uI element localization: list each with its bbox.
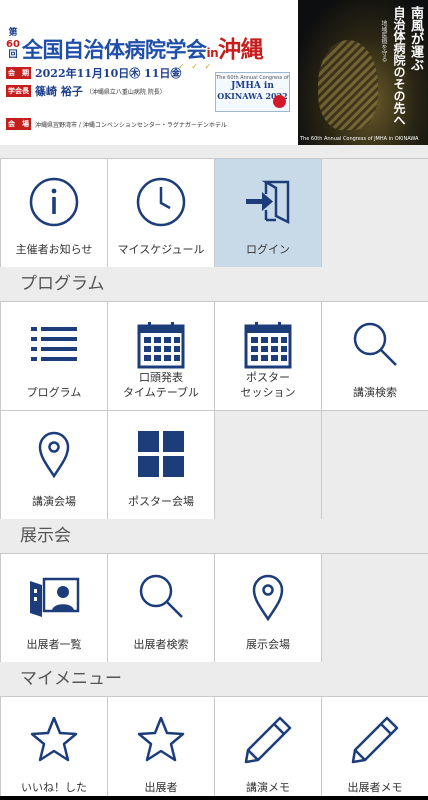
clock-icon (136, 177, 186, 227)
venue-row: 会 場 沖縄県宜野湾市 / 沖縄コンベンションセンター・ラグナガーデンホテル (6, 118, 227, 130)
slogan-line2: 自治体病院のその先へ (392, 6, 406, 126)
grid-icon (138, 431, 184, 477)
banner-title-area: 第 60 回 全国自治体病院学会in沖縄 会 期 2022年11月10日㊍ 11… (0, 0, 298, 145)
program-section-title: プログラム (0, 267, 428, 301)
empty-tile (322, 554, 428, 662)
top-menu-grid: 主催者お知らせ マイスケジュール ログイン (0, 158, 428, 267)
conference-banner[interactable]: 第 60 回 全国自治体病院学会in沖縄 会 期 2022年11月10日㊍ 11… (0, 0, 428, 145)
lecture-search-label: 講演検索 (353, 386, 397, 399)
exhibitor-search-tile[interactable]: 出展者検索 (108, 554, 214, 662)
president-name: 篠崎 裕子 (35, 85, 83, 98)
program-tile[interactable]: プログラム (1, 302, 107, 410)
conference-title-text: 全国自治体病院学会 (22, 38, 207, 62)
mymenu-section-title: マイメニュー (0, 662, 428, 696)
calendar-icon (137, 322, 185, 369)
exhibition-grid: 出展者一覧 出展者検索 展示会場 (0, 553, 428, 662)
my-schedule-tile[interactable]: マイスケジュール (108, 159, 214, 267)
conference-date: 2022年11月10日㊍ 11日㊎ (35, 67, 182, 80)
exhibitor-memo-label: 出展者メモ (347, 781, 403, 794)
slogan-line3: 地域医療を守る (380, 20, 387, 62)
exhibitor-search-label: 出展者検索 (133, 638, 189, 651)
lecture-venue-tile[interactable]: 講演会場 (1, 411, 107, 519)
my-schedule-label: マイスケジュール (117, 243, 205, 256)
oral-timetable-tile[interactable]: 口頭発表 タイムテーブル (108, 302, 214, 410)
liked-exhibitors-tile[interactable]: 出展者 (108, 697, 214, 800)
map-pin-icon (38, 431, 70, 479)
exhibition-section-title: 展示会 (0, 519, 428, 553)
president-row: 学会長 篠崎 裕子 （沖縄県立八重山病院 院長） (6, 84, 166, 98)
liked-lectures-tile[interactable]: いいね！した (1, 697, 107, 800)
login-icon (246, 180, 290, 225)
title-in: in (206, 46, 219, 60)
list-icon (31, 327, 77, 361)
notice-label: 主催者お知らせ (15, 243, 93, 256)
poster-session-label: ポスター セッション (240, 371, 296, 399)
empty-tile (322, 159, 428, 267)
bottom-bar (0, 796, 428, 800)
mymenu-grid: いいね！した 出展者 講演メモ 出展者メモ (0, 696, 428, 800)
empty-tile (215, 411, 321, 519)
exhibition-venue-tile[interactable]: 展示会場 (215, 554, 321, 662)
edition-num: 60 (6, 39, 20, 50)
banner-caption: The 60th Annual Congress of JMHA in OKIN… (300, 136, 419, 142)
poster-session-tile[interactable]: ポスター セッション (215, 302, 321, 410)
birds-decoration: ✓ ✓ ✓ (178, 62, 214, 71)
liked-lectures-label: いいね！した (21, 781, 87, 794)
poster-venue-tile[interactable]: ポスター会場 (108, 411, 214, 519)
venue-tag: 会 場 (6, 118, 31, 130)
menu-content: 主催者お知らせ マイスケジュール ログイン プログラム プログラム 口頭発表 タ… (0, 158, 428, 800)
exhibition-venue-label: 展示会場 (246, 638, 290, 651)
edition-prefix: 第 (8, 28, 18, 38)
president-note: （沖縄県立八重山病院 院長） (85, 88, 166, 96)
search-icon (353, 322, 397, 366)
lecture-memo-label: 講演メモ (246, 781, 290, 794)
program-label: プログラム (26, 386, 82, 399)
star-icon (137, 716, 185, 762)
conference-title: 全国自治体病院学会in沖縄 (22, 30, 264, 64)
oral-timetable-label: 口頭発表 タイムテーブル (122, 371, 200, 399)
lecture-venue-label: 講演会場 (32, 495, 76, 508)
jmha-line2: JMHA in (231, 81, 274, 91)
pencil-icon (244, 716, 292, 764)
login-label: ログイン (246, 243, 290, 256)
empty-tile (322, 411, 428, 519)
program-grid: プログラム 口頭発表 タイムテーブル ポスター セッション 講演検索 講演会場 … (0, 301, 428, 519)
map-pin-icon (252, 574, 284, 622)
title-place: 沖縄 (218, 37, 264, 63)
pencil-icon (351, 716, 399, 764)
exhibitor-memo-tile[interactable]: 出展者メモ (322, 697, 428, 800)
info-icon (29, 177, 79, 227)
exhibitor-list-label: 出展者一覧 (26, 638, 82, 651)
hibiscus-icon (273, 95, 286, 108)
star-icon (30, 716, 78, 762)
exhibitor-icon (30, 577, 80, 617)
liked-exhibitors-label: 出展者 (144, 781, 178, 794)
edition-suffix: 回 (8, 50, 18, 60)
login-tile[interactable]: ログイン (215, 159, 321, 267)
date-row: 会 期 2022年11月10日㊍ 11日㊎ (6, 66, 181, 80)
lecture-search-tile[interactable]: 講演検索 (322, 302, 428, 410)
lecture-memo-tile[interactable]: 講演メモ (215, 697, 321, 800)
slogan-line1: 南風が運ぶ (408, 6, 423, 71)
eagle-artwork (318, 40, 378, 130)
notice-tile[interactable]: 主催者お知らせ (1, 159, 107, 267)
jmha-logo: The 60th Annual Congress of JMHA in OKIN… (215, 72, 290, 112)
venue-text: 沖縄県宜野湾市 / 沖縄コンベンションセンター・ラグナガーデンホテル (35, 121, 227, 129)
edition-number: 第 60 回 (6, 28, 20, 61)
president-tag: 学会長 (6, 85, 31, 97)
exhibitor-list-tile[interactable]: 出展者一覧 (1, 554, 107, 662)
banner-artwork: 南風が運ぶ 自治体病院のその先へ 地域医療を守る The 60th Annual… (298, 0, 428, 145)
calendar-icon (244, 322, 292, 369)
search-icon (139, 574, 183, 618)
poster-venue-label: ポスター会場 (128, 495, 194, 508)
date-tag: 会 期 (6, 67, 31, 79)
